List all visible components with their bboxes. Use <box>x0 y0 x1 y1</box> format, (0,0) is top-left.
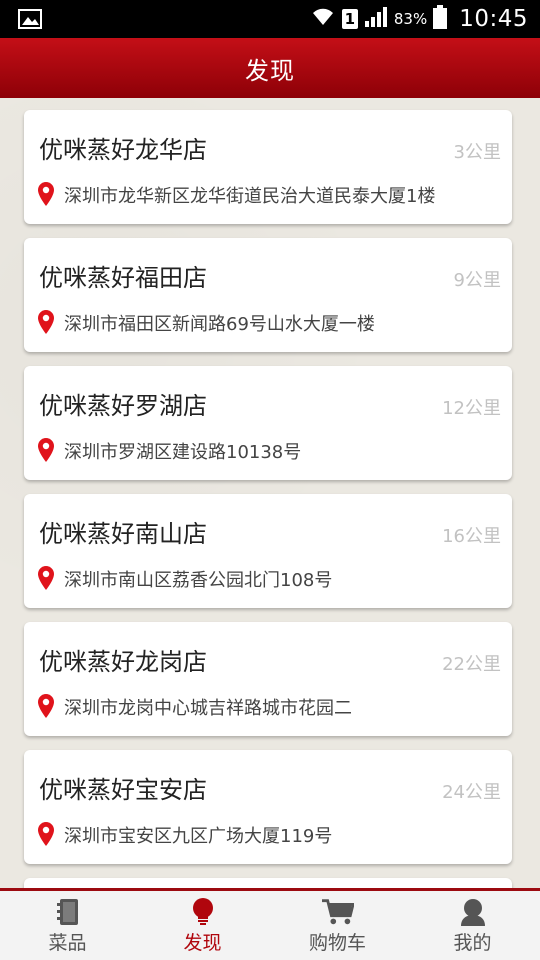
location-pin-icon <box>38 694 54 718</box>
sim-badge: 1 <box>341 9 358 29</box>
lightbulb-icon <box>187 898 219 926</box>
store-card[interactable]: 优咪蒸好龙华店 3公里 深圳市龙华新区龙华街道民治大道民泰大厦1楼 <box>24 110 512 224</box>
store-address: 深圳市罗湖区建设路10138号 <box>64 442 302 463</box>
store-name: 优咪蒸好罗湖店 <box>39 392 207 420</box>
nav-label: 菜品 <box>48 932 87 954</box>
store-card[interactable]: 优咪蒸好福田店 9公里 深圳市福田区新闻路69号山水大厦一楼 <box>24 238 512 352</box>
store-distance: 22公里 <box>442 654 501 675</box>
store-name: 优咪蒸好福田店 <box>39 264 207 292</box>
signal-icon <box>364 7 388 31</box>
store-distance: 24公里 <box>442 782 501 803</box>
cart-icon <box>321 898 354 926</box>
store-name: 优咪蒸好龙华店 <box>39 136 207 164</box>
location-pin-icon <box>38 438 54 462</box>
nav-item-cart[interactable]: 购物车 <box>270 891 405 960</box>
location-pin-icon <box>38 310 54 334</box>
store-distance: 12公里 <box>442 398 501 419</box>
store-address: 深圳市南山区荔香公园北门108号 <box>64 570 333 591</box>
store-name: 优咪蒸好龙岗店 <box>39 648 207 676</box>
store-card[interactable]: 优咪蒸好龙岗店 22公里 深圳市龙岗中心城吉祥路城市花园二 <box>24 622 512 736</box>
page-title: 发现 <box>245 56 295 85</box>
store-list[interactable]: 优咪蒸好龙华店 3公里 深圳市龙华新区龙华街道民治大道民泰大厦1楼 优咪蒸好福田… <box>0 98 540 888</box>
wifi-icon <box>310 7 336 31</box>
store-address: 深圳市龙华新区龙华街道民治大道民泰大厦1楼 <box>64 186 436 207</box>
status-bar: 1 83% 10:45 <box>0 0 540 38</box>
menu-book-icon <box>52 898 84 926</box>
store-address: 深圳市福田区新闻路69号山水大厦一楼 <box>64 314 375 335</box>
store-card[interactable]: 优咪蒸好南山店 16公里 深圳市南山区荔香公园北门108号 <box>24 494 512 608</box>
store-card[interactable]: 优咪蒸好罗湖店 12公里 深圳市罗湖区建设路10138号 <box>24 366 512 480</box>
store-card[interactable]: 优咪蒸好宝安店 24公里 深圳市宝安区九区广场大厦119号 <box>24 750 512 864</box>
bottom-nav: 菜品 发现 购物车 我的 <box>0 888 540 960</box>
battery-percent: 83% <box>393 10 428 28</box>
nav-label: 购物车 <box>308 932 366 954</box>
title-bar: 发现 <box>0 38 540 98</box>
store-distance: 16公里 <box>442 526 501 547</box>
gallery-icon <box>18 9 42 33</box>
clock: 10:45 <box>459 6 528 32</box>
nav-label: 发现 <box>183 932 222 954</box>
store-address: 深圳市龙岗中心城吉祥路城市花园二 <box>64 698 352 719</box>
user-icon <box>457 898 489 926</box>
store-distance: 9公里 <box>453 270 501 291</box>
store-address: 深圳市宝安区九区广场大厦119号 <box>64 826 333 847</box>
store-name: 优咪蒸好宝安店 <box>39 776 207 804</box>
nav-item-dishes[interactable]: 菜品 <box>0 891 135 960</box>
store-name: 优咪蒸好南山店 <box>39 520 207 548</box>
store-distance: 3公里 <box>453 142 501 163</box>
nav-item-discover[interactable]: 发现 <box>135 891 270 960</box>
location-pin-icon <box>38 822 54 846</box>
location-pin-icon <box>38 182 54 206</box>
location-pin-icon <box>38 566 54 590</box>
nav-item-profile[interactable]: 我的 <box>405 891 540 960</box>
store-card[interactable] <box>24 878 512 888</box>
battery-icon <box>433 5 448 33</box>
nav-label: 我的 <box>453 932 492 954</box>
